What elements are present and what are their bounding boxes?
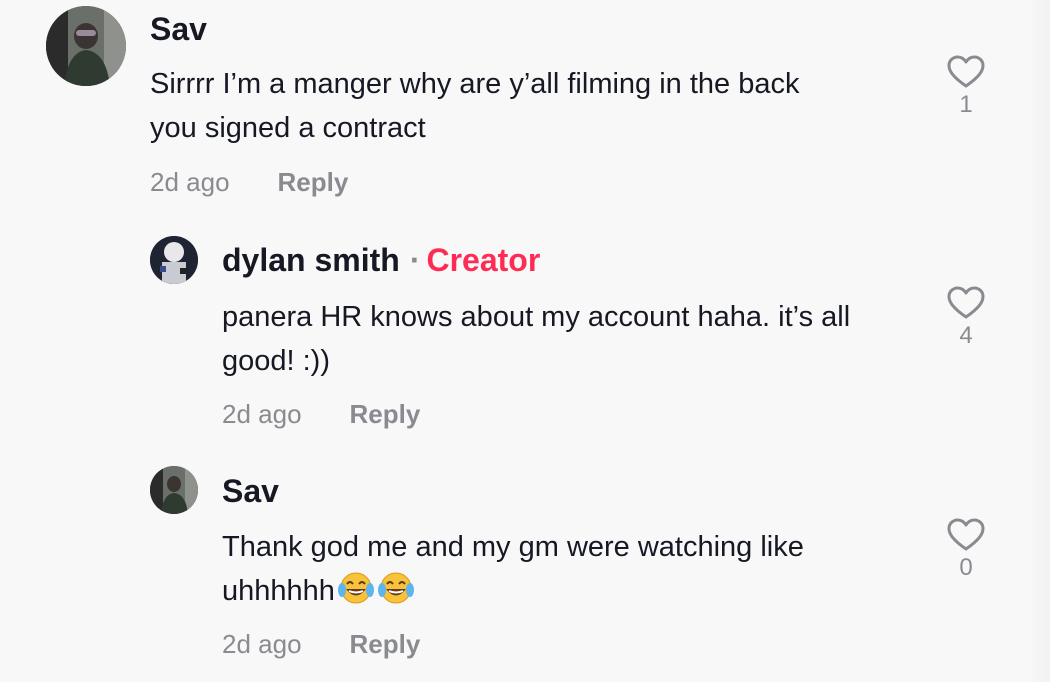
like-count: 0 — [959, 554, 973, 581]
comment-username[interactable]: dylan smith — [222, 242, 400, 278]
heart-outline-icon — [947, 518, 985, 551]
face-with-tears-of-joy-icon — [377, 570, 415, 619]
user-photo-avatar-icon — [46, 6, 126, 86]
comment-username[interactable]: Sav — [222, 472, 279, 510]
comment-text-line: good! :)) — [222, 345, 330, 377]
comment-username[interactable]: Sav — [150, 10, 207, 48]
reply-button[interactable]: Reply — [278, 166, 349, 198]
comment-text-line: Sirrrr I’m a manger why are y’all filmin… — [150, 68, 800, 100]
comment-meta: 2d ago Reply — [150, 166, 348, 198]
like-count: 4 — [959, 322, 973, 349]
like-count: 1 — [959, 91, 973, 118]
comment-timestamp: 2d ago — [222, 399, 302, 429]
creator-badge: Creator — [426, 242, 541, 278]
user-photo-avatar-icon — [150, 466, 198, 514]
comment-text: panera HR knows about my account haha. i… — [222, 295, 850, 383]
avatar[interactable] — [46, 6, 126, 86]
scroll-edge — [1028, 0, 1050, 682]
separator-dot: · — [409, 242, 421, 278]
comment-username-row: dylan smith · Creator — [222, 241, 540, 279]
comment-meta: 2d ago Reply — [222, 398, 420, 430]
comment-timestamp: 2d ago — [222, 629, 302, 659]
comment-text: Sirrrr I’m a manger why are y’all filmin… — [150, 62, 799, 150]
comment-text-line: uhhhhhh — [222, 575, 335, 607]
comment-text: Thank god me and my gm were watching lik… — [222, 525, 804, 619]
like-button[interactable]: 1 — [946, 55, 986, 119]
reply-button[interactable]: Reply — [350, 398, 421, 430]
comments-panel: Sav Sirrrr I’m a manger why are y’all fi… — [0, 0, 1050, 682]
face-with-tears-of-joy-icon — [337, 570, 375, 619]
like-button[interactable]: 4 — [946, 286, 986, 350]
reply-button[interactable]: Reply — [350, 628, 421, 660]
comment-text-line-with-emoji: uhhhhhh — [222, 569, 804, 619]
comment-text-line: panera HR knows about my account haha. i… — [222, 301, 851, 333]
user-photo-avatar-icon — [150, 236, 198, 284]
comment-timestamp: 2d ago — [150, 167, 230, 197]
avatar[interactable] — [150, 236, 198, 284]
like-button[interactable]: 0 — [946, 518, 986, 582]
comment-text-line: Thank god me and my gm were watching lik… — [222, 531, 804, 563]
avatar[interactable] — [150, 466, 198, 514]
comment-meta: 2d ago Reply — [222, 628, 420, 660]
comment-text-line: you signed a contract — [150, 112, 426, 144]
heart-outline-icon — [947, 286, 985, 319]
heart-outline-icon — [947, 55, 985, 88]
